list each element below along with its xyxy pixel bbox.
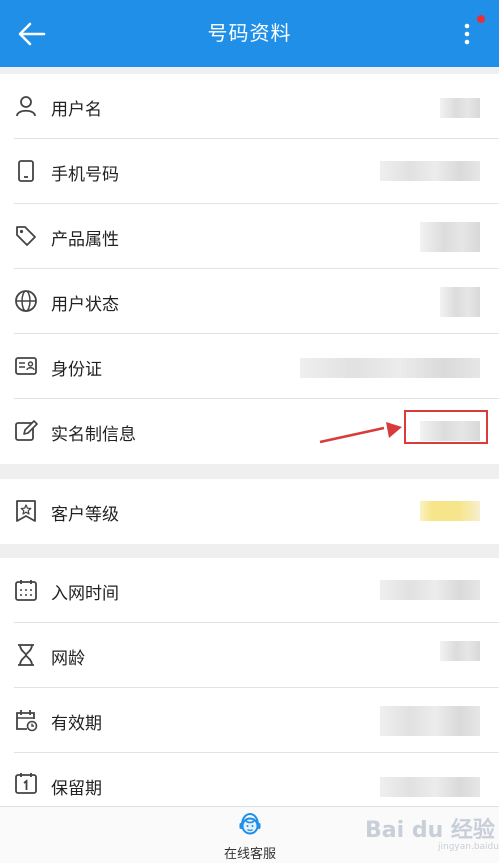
blurred-value: [380, 777, 480, 797]
hourglass-icon: [14, 643, 38, 667]
row-label: 有效期: [51, 714, 102, 734]
notification-dot: [477, 15, 485, 23]
row-network-age[interactable]: 网龄: [0, 623, 499, 688]
row-customer-level[interactable]: 客户等级: [0, 479, 499, 544]
blurred-value: [420, 501, 480, 521]
row-username[interactable]: 用户名: [0, 74, 499, 139]
globe-icon: [14, 289, 38, 313]
online-service-button[interactable]: 在线客服: [205, 807, 295, 863]
row-valid-period[interactable]: 有效期: [0, 688, 499, 753]
blurred-value: [380, 161, 480, 181]
row-label: 手机号码: [51, 165, 119, 185]
calendar-clock-icon: [14, 708, 38, 732]
blurred-value: [420, 222, 480, 252]
star-badge-icon: [14, 499, 38, 523]
watermark-url: jingyan.baidu.com: [438, 842, 499, 852]
row-id-card[interactable]: 身份证: [0, 334, 499, 399]
row-label: 网龄: [51, 649, 85, 669]
row-label: 用户状态: [51, 295, 119, 315]
blurred-value: [440, 641, 480, 661]
app-header: 号码资料: [0, 0, 499, 67]
blurred-value: [300, 358, 480, 378]
blurred-value: [440, 287, 480, 317]
customer-service-icon: [239, 812, 261, 835]
id-card-icon: [14, 354, 38, 378]
annotation-highlight-box: [404, 410, 488, 444]
row-label: 客户等级: [51, 505, 119, 525]
online-service-label: 在线客服: [223, 847, 276, 862]
row-label: 实名制信息: [51, 425, 136, 445]
row-phone[interactable]: 手机号码: [0, 139, 499, 204]
more-vertical-icon[interactable]: [455, 16, 479, 52]
blurred-value: [380, 580, 480, 600]
calendar-one-icon: [14, 771, 38, 795]
page-title: 号码资料: [207, 21, 292, 45]
row-retention-period[interactable]: 保留期: [0, 753, 499, 808]
row-label: 产品属性: [51, 230, 119, 250]
edit-icon: [14, 419, 38, 443]
calendar-icon: [14, 578, 38, 602]
phone-icon: [14, 159, 38, 183]
row-label: 用户名: [51, 100, 102, 120]
watermark-text: Bai du 经验: [365, 818, 495, 843]
annotation-arrow: [319, 422, 402, 444]
row-product[interactable]: 产品属性: [0, 204, 499, 269]
row-label: 保留期: [51, 779, 102, 799]
user-icon: [14, 94, 38, 118]
blurred-value: [440, 98, 480, 118]
blurred-value: [380, 706, 480, 736]
row-label: 入网时间: [51, 584, 119, 604]
row-status[interactable]: 用户状态: [0, 269, 499, 334]
tag-icon: [14, 224, 38, 248]
row-join-time[interactable]: 入网时间: [0, 558, 499, 623]
row-label: 身份证: [51, 360, 102, 380]
